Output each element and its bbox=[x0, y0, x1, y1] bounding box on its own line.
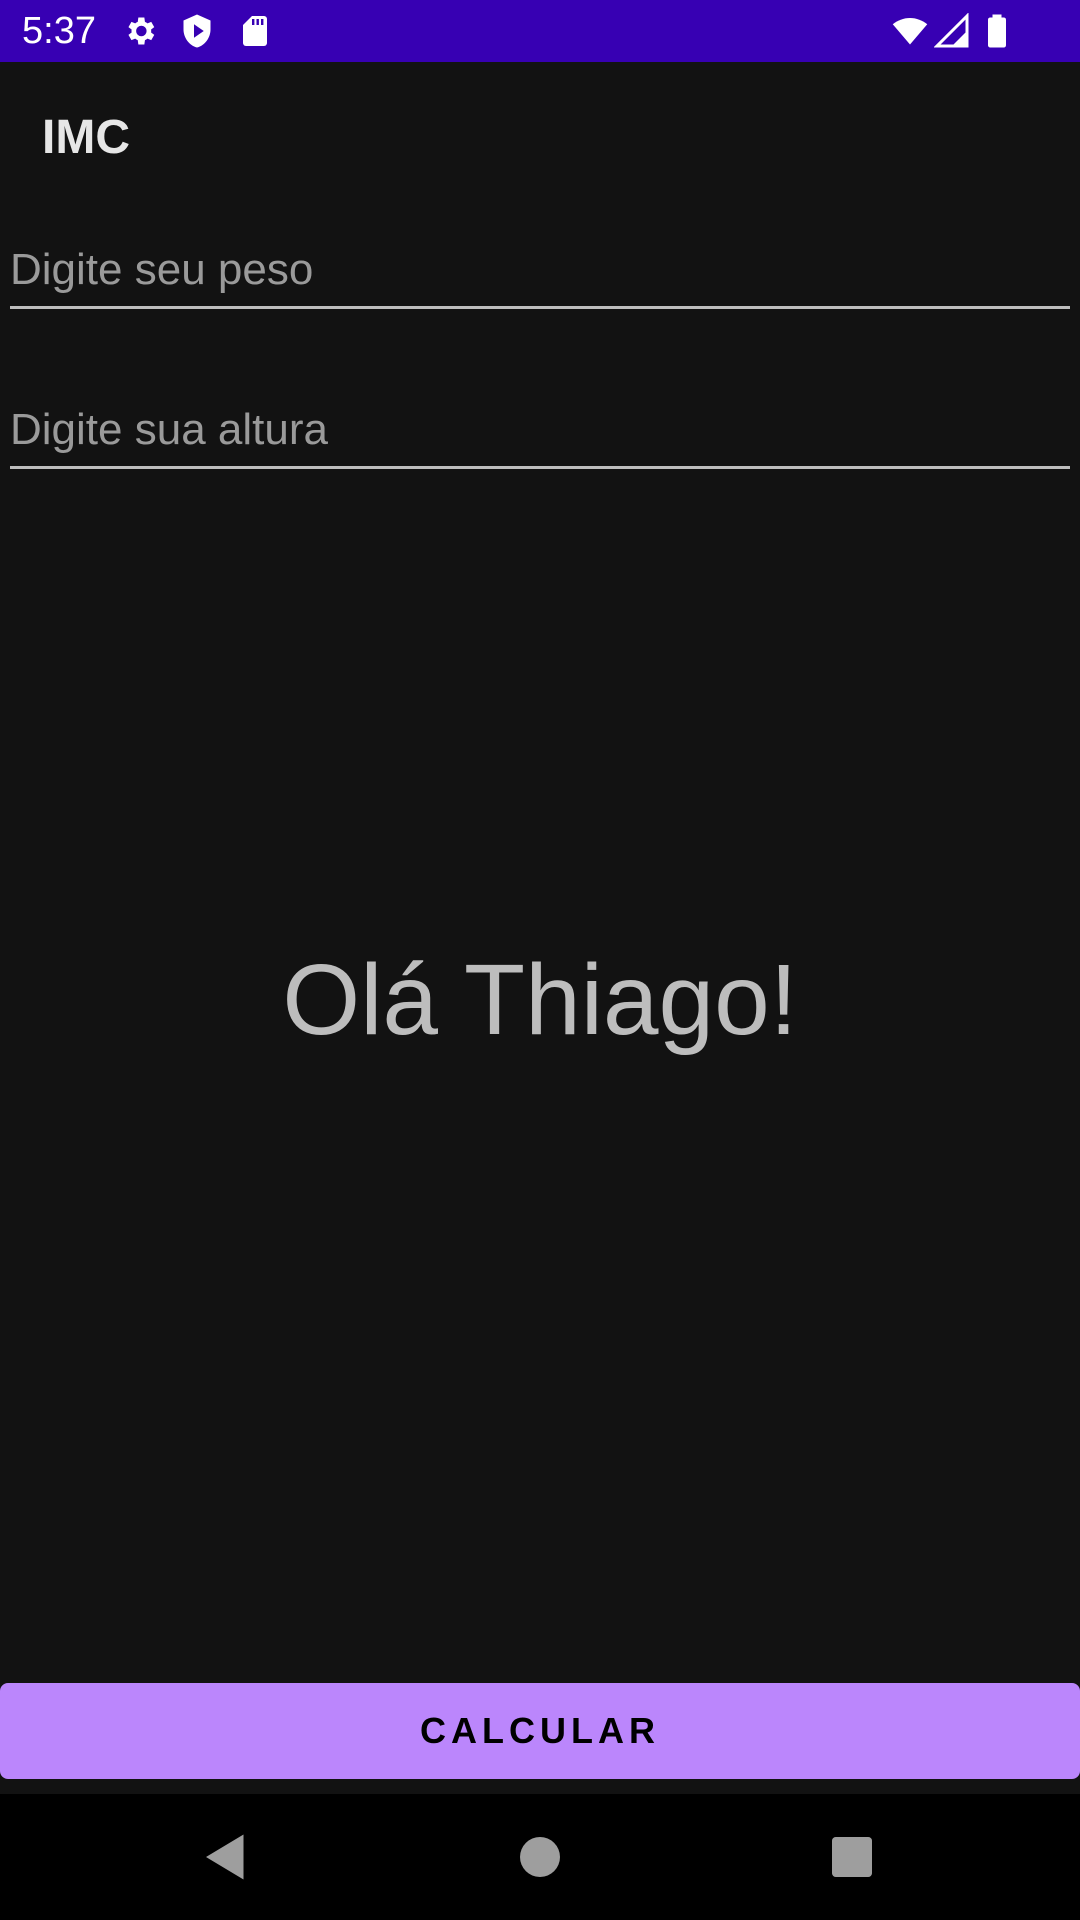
screen: 5:37 IMC Digite seu peso Digite sua altu… bbox=[0, 0, 1080, 1920]
weight-field bbox=[10, 234, 1070, 309]
weight-input[interactable] bbox=[10, 234, 1070, 306]
calculate-button[interactable]: CALCULAR bbox=[0, 1683, 1080, 1779]
navigation-bar bbox=[0, 1794, 1080, 1920]
shield-play-icon bbox=[183, 14, 211, 48]
back-icon[interactable] bbox=[196, 1827, 256, 1887]
signal-icon bbox=[934, 13, 969, 48]
recents-icon[interactable] bbox=[822, 1827, 882, 1887]
status-bar: 5:37 bbox=[0, 0, 1080, 62]
home-icon[interactable] bbox=[510, 1827, 570, 1887]
battery-icon bbox=[988, 14, 1006, 48]
wifi-icon bbox=[892, 17, 928, 45]
height-field bbox=[10, 394, 1070, 469]
greeting-text: Olá Thiago! bbox=[282, 944, 798, 1056]
status-time: 5:37 bbox=[22, 10, 96, 52]
gear-icon bbox=[128, 17, 155, 45]
app-title: IMC bbox=[42, 111, 130, 164]
sd-card-icon bbox=[243, 16, 267, 46]
height-input[interactable] bbox=[10, 394, 1070, 466]
